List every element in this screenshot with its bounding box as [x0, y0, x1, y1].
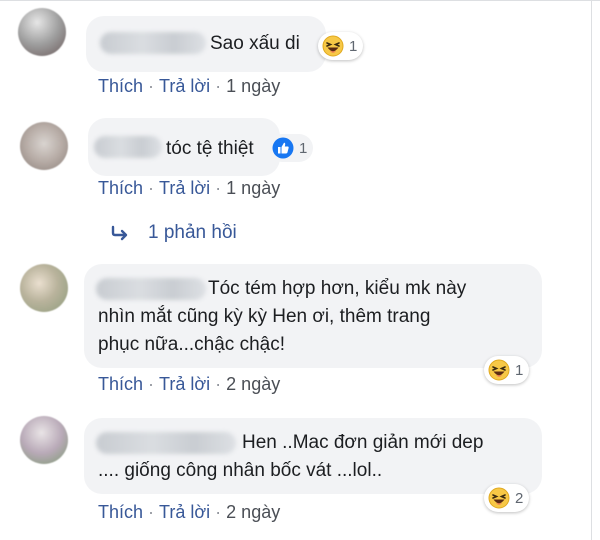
- comment-text-line: .... giống công nhân bốc vát ...lol..: [98, 460, 383, 481]
- separator: ·: [215, 374, 222, 394]
- author-name-blurred[interactable]: [100, 32, 206, 54]
- reply-link[interactable]: Trả lời: [159, 178, 210, 198]
- comment-actions: Thích · Trả lời · 2 ngày: [98, 374, 280, 395]
- like-link[interactable]: Thích: [98, 76, 143, 96]
- haha-emoji-icon: [322, 35, 344, 57]
- reaction-count: 1: [515, 361, 524, 379]
- haha-emoji-icon: [488, 487, 510, 509]
- comment-bubble: Tóc tém hợp hơn, kiểu mk này nhìn mắt cũ…: [84, 264, 542, 368]
- separator: ·: [148, 502, 155, 522]
- reaction-count: 2: [515, 489, 524, 507]
- reply-arrow-icon: [111, 225, 128, 241]
- comment-bubble: Hen ..Mac đơn giản mới dep .... giống cô…: [84, 418, 542, 494]
- reaction-summary[interactable]: 1: [318, 32, 364, 60]
- comment-text-line: phục nữa...chậc chậc!: [98, 334, 285, 355]
- reply-link[interactable]: Trả lời: [159, 502, 210, 522]
- comment-actions: Thích · Trả lời · 2 ngày: [98, 502, 280, 523]
- timestamp[interactable]: 1 ngày: [226, 178, 280, 198]
- replies-count-label: 1 phản hồi: [148, 222, 237, 243]
- haha-emoji-icon: [488, 359, 510, 381]
- view-replies-link[interactable]: 1 phản hồi: [110, 222, 237, 244]
- separator: ·: [148, 178, 155, 198]
- reaction-summary[interactable]: 2: [484, 484, 530, 512]
- timestamp[interactable]: 2 ngày: [226, 502, 280, 522]
- avatar[interactable]: [20, 122, 68, 170]
- like-link[interactable]: Thích: [98, 178, 143, 198]
- author-name-blurred[interactable]: [94, 136, 162, 158]
- reaction-count: 1: [299, 139, 308, 157]
- timestamp[interactable]: 1 ngày: [226, 76, 280, 96]
- avatar[interactable]: [20, 264, 68, 312]
- separator: ·: [148, 374, 155, 394]
- comment-text-line: Hen ..Mac đơn giản mới dep: [242, 432, 484, 453]
- reaction-count: 1: [349, 37, 358, 55]
- like-link[interactable]: Thích: [98, 502, 143, 522]
- author-name-blurred[interactable]: [96, 278, 206, 300]
- separator: ·: [215, 502, 222, 522]
- separator: ·: [215, 178, 222, 198]
- avatar[interactable]: [18, 8, 66, 56]
- timestamp[interactable]: 2 ngày: [226, 374, 280, 394]
- separator: ·: [215, 76, 222, 96]
- comment-text-line: Tóc tém hợp hơn, kiểu mk này: [208, 278, 467, 299]
- comment-text: tóc tệ thiệt: [166, 138, 254, 159]
- comment-text-line: nhìn mắt cũng kỳ kỳ Hen ơi, thêm trang: [98, 306, 431, 327]
- author-name-blurred[interactable]: [96, 432, 236, 454]
- top-border: [0, 0, 600, 1]
- separator: ·: [148, 76, 155, 96]
- comment-bubble: tóc tệ thiệt: [88, 118, 280, 176]
- right-border: [591, 0, 592, 540]
- reaction-summary[interactable]: 1: [268, 134, 314, 162]
- reply-link[interactable]: Trả lời: [159, 76, 210, 96]
- comment-bubble: Sao xấu di: [86, 16, 326, 72]
- avatar[interactable]: [20, 416, 68, 464]
- comment-actions: Thích · Trả lời · 1 ngày: [98, 178, 280, 199]
- comment-actions: Thích · Trả lời · 1 ngày: [98, 76, 280, 97]
- like-link[interactable]: Thích: [98, 374, 143, 394]
- reply-link[interactable]: Trả lời: [159, 374, 210, 394]
- reaction-summary[interactable]: 1: [484, 356, 530, 384]
- comment-text: Sao xấu di: [210, 33, 300, 54]
- like-thumb-icon: [272, 137, 294, 159]
